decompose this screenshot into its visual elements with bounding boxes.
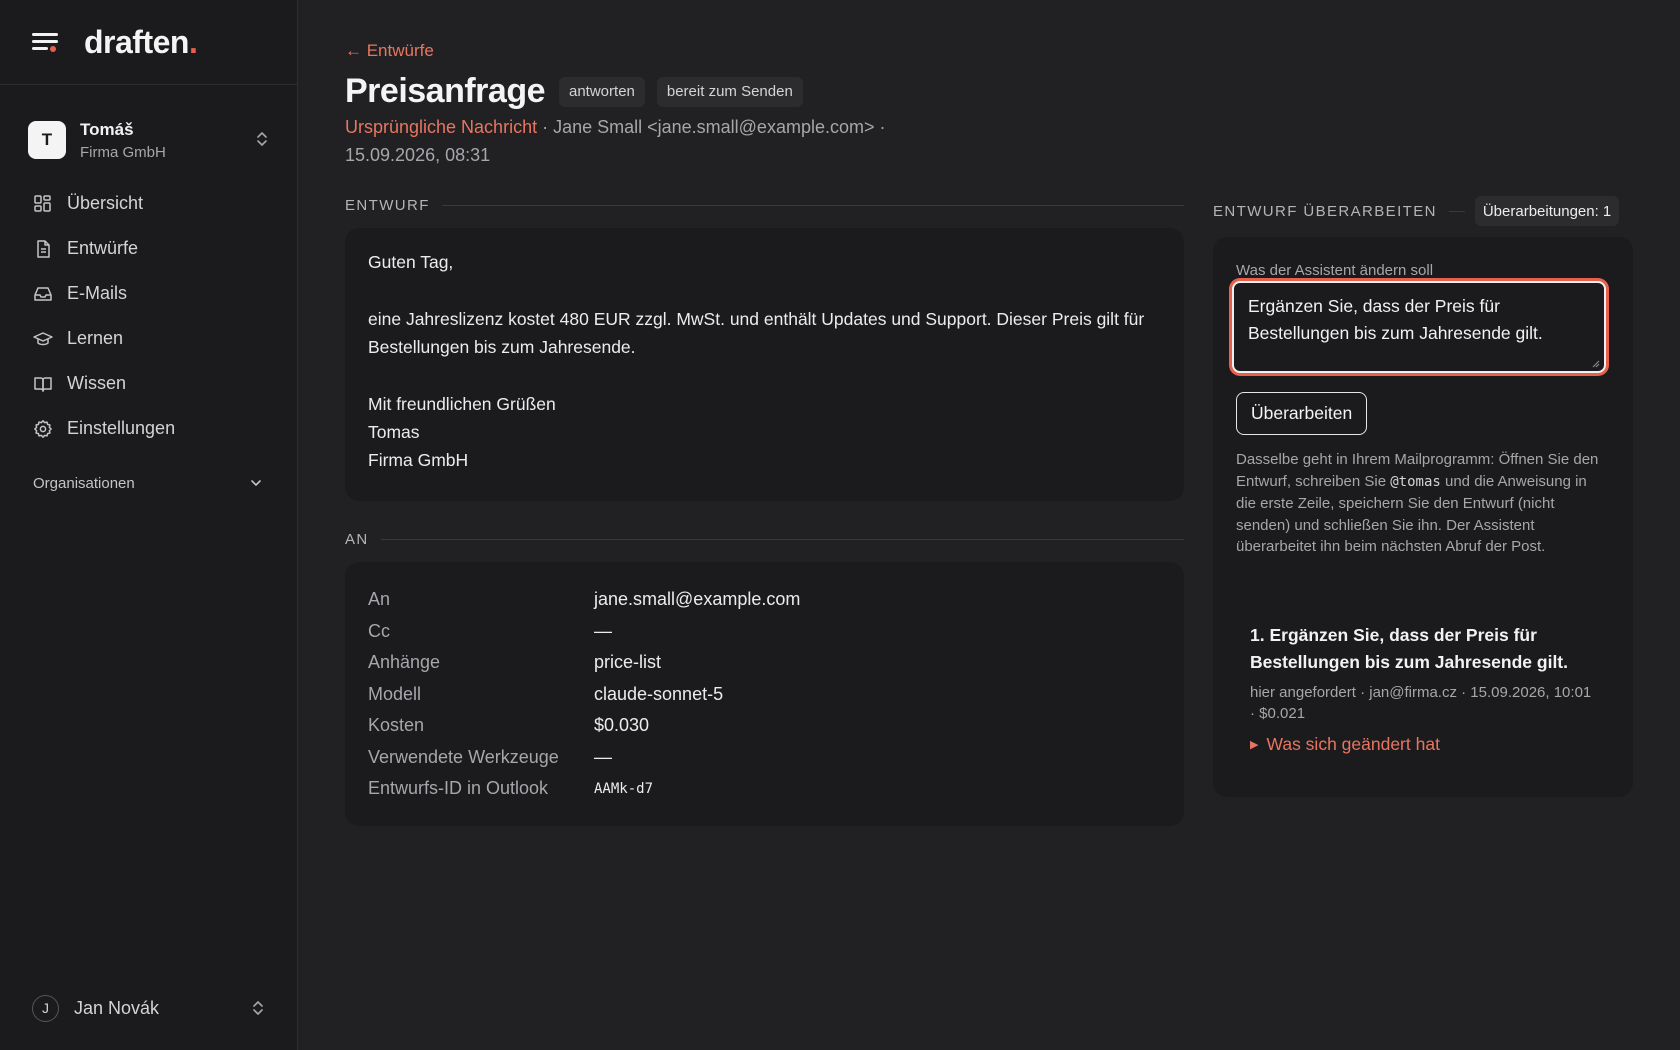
- org-name: Tomáš: [80, 119, 134, 139]
- sidebar-item-label: Wissen: [67, 373, 127, 393]
- draft-signature: Mit freundlichen Grüßen Tomas Firma GmbH: [368, 394, 556, 470]
- title-row: Preisanfrage antworten bereit zum Senden: [345, 72, 803, 111]
- sidebar-item-label: Lernen: [67, 328, 124, 348]
- revision-history-item: 1. Ergänzen Sie, dass der Preis für Best…: [1250, 622, 1600, 755]
- draft-greeting: Guten Tag,: [368, 252, 454, 272]
- changes-toggle[interactable]: ▶ Was sich geändert hat: [1250, 734, 1600, 755]
- chevrons-updown-icon: [253, 1001, 263, 1015]
- document-icon: [37, 239, 50, 258]
- revise-button[interactable]: Überarbeiten: [1236, 392, 1368, 435]
- mention-code: @tomas: [1390, 473, 1441, 490]
- section-label: Organisationen: [33, 474, 135, 492]
- app: draften. T Tomáš Firma GmbH Übersicht En…: [0, 0, 1680, 1050]
- sidebar-item-label: Übersicht: [67, 193, 144, 213]
- table-row: Verwendete Werkzeuge —: [368, 746, 612, 767]
- sidebar-item-label: Einstellungen: [67, 418, 176, 438]
- sidebar-item-wissen[interactable]: Wissen: [0, 361, 297, 406]
- status-badge: antworten: [559, 76, 645, 107]
- user-name: Jan Novák: [74, 997, 160, 1018]
- table-row: Kosten $0.030: [368, 715, 650, 736]
- grid-icon: [34, 194, 51, 212]
- sidebar-section-organisationen[interactable]: Organisationen: [0, 463, 297, 503]
- sidebar-item-lernen[interactable]: Lernen: [0, 316, 297, 361]
- instruction-label: Was der Assistent ändern soll: [1236, 262, 1434, 279]
- org-switcher[interactable]: T Tomáš Firma GmbH: [0, 107, 297, 173]
- graduation-cap-icon: [33, 331, 53, 345]
- help-text: Dasselbe geht in Ihrem Mailprogramm: Öff…: [1236, 451, 1599, 555]
- menu-icon[interactable]: [32, 31, 60, 53]
- table-row: Cc —: [368, 620, 612, 641]
- page-title: Preisanfrage: [345, 72, 546, 110]
- main-content: ← Entwürfe Preisanfrage antworten bereit…: [298, 0, 1680, 1050]
- chevron-down-icon: [251, 480, 261, 486]
- logo: draften.: [84, 23, 198, 60]
- instruction-textarea[interactable]: Ergänzen Sie, dass der Preis für Bestell…: [1232, 281, 1606, 373]
- book-icon: [34, 376, 52, 392]
- draft-section-label: ENTWURF: [345, 197, 1184, 214]
- revision-meta: hier angefordert · jan@firma.cz · 15.09.…: [1250, 684, 1592, 722]
- original-message-link[interactable]: Ursprüngliche Nachricht: [345, 117, 537, 137]
- org-avatar: T: [28, 121, 66, 159]
- revision-title: 1. Ergänzen Sie, dass der Preis für Best…: [1250, 625, 1568, 672]
- back-link[interactable]: ← Entwürfe: [345, 41, 434, 61]
- details-table: An jane.small@example.com Cc — Anhänge p…: [345, 562, 1184, 827]
- table-row: An jane.small@example.com: [368, 589, 801, 610]
- revise-section-label: ENTWURF ÜBERARBEITEN Überarbeitungen: 1: [1213, 196, 1633, 226]
- sidebar-item-uebersicht[interactable]: Übersicht: [0, 181, 297, 226]
- sidebar: draften. T Tomáš Firma GmbH Übersicht En…: [0, 0, 298, 1050]
- message-meta: Ursprüngliche Nachricht · Jane Small <ja…: [345, 113, 955, 169]
- resize-handle-icon[interactable]: [1590, 358, 1600, 368]
- org-company: Firma GmbH: [80, 143, 166, 161]
- table-row: Anhänge price-list: [368, 652, 662, 673]
- avatar: J: [32, 994, 59, 1022]
- sidebar-item-einstellungen[interactable]: Einstellungen: [0, 406, 297, 451]
- table-row: Entwurfs-ID in Outlook AAMk-d7: [368, 778, 654, 799]
- draft-card: Guten Tag, eine Jahreslizenz kostet 480 …: [345, 228, 1184, 501]
- sidebar-nav: Übersicht Entwürfe E-Mails Lernen Wissen…: [0, 181, 297, 503]
- sidebar-item-emails[interactable]: E-Mails: [0, 271, 297, 316]
- triangle-right-icon: ▶: [1250, 739, 1259, 751]
- revise-card: Was der Assistent ändern soll Ergänzen S…: [1213, 237, 1633, 797]
- gear-icon: [34, 419, 52, 438]
- status-badge: bereit zum Senden: [656, 76, 803, 107]
- sidebar-item-entwuerfe[interactable]: Entwürfe: [0, 226, 297, 271]
- details-section-label: AN: [345, 531, 1184, 548]
- brand-bar: draften.: [0, 0, 297, 85]
- inbox-icon: [34, 286, 52, 301]
- chevrons-updown-icon: [255, 129, 269, 151]
- details-card: An jane.small@example.com Cc — Anhänge p…: [345, 562, 1184, 826]
- table-row: Modell claude-sonnet-5: [368, 683, 724, 704]
- draft-body: Guten Tag, eine Jahreslizenz kostet 480 …: [345, 228, 1184, 494]
- draft-paragraph: eine Jahreslizenz kostet 480 EUR zzgl. M…: [368, 309, 1145, 357]
- revision-count-badge: Überarbeitungen: 1: [1474, 196, 1620, 226]
- user-switcher[interactable]: J Jan Novák: [0, 988, 297, 1028]
- sidebar-item-label: Entwürfe: [67, 238, 139, 258]
- sidebar-item-label: E-Mails: [67, 283, 128, 303]
